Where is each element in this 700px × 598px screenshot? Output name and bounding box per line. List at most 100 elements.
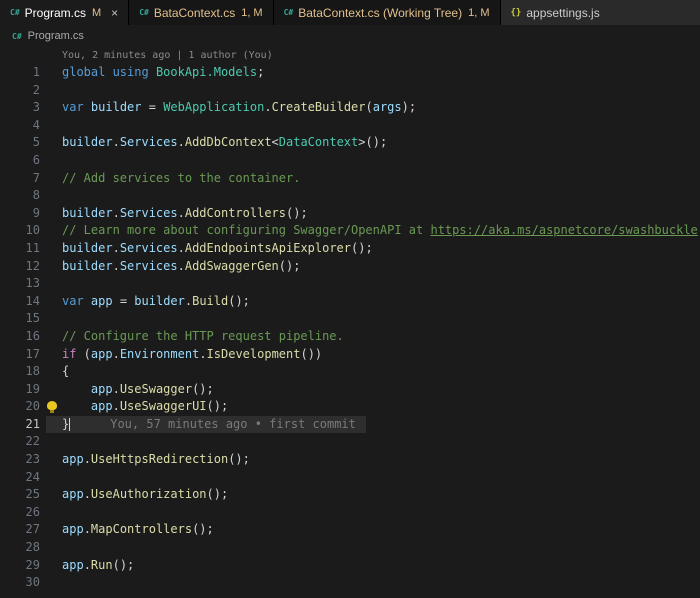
line-number[interactable]: 5: [0, 134, 40, 152]
line-number[interactable]: 27: [0, 521, 40, 539]
csharp-file-icon: C#: [10, 8, 20, 17]
code-lines: 1 global using BookApi.Models; 2 3 var build…: [0, 64, 700, 592]
code-line-20[interactable]: 20 app.UseSwaggerUI();: [0, 398, 700, 416]
code-editor[interactable]: You, 2 minutes ago | 1 author (You) 1 glo…: [0, 47, 700, 598]
line-number[interactable]: 26: [0, 504, 40, 522]
code-line-1[interactable]: 1 global using BookApi.Models;: [0, 64, 700, 82]
codelens-authors[interactable]: You, 2 minutes ago | 1 author (You): [62, 47, 700, 64]
code-line-22[interactable]: 22: [0, 433, 700, 451]
line-number[interactable]: 10: [0, 222, 40, 240]
code-token: ();: [228, 452, 250, 467]
code-line-14[interactable]: 14 var app = builder.Build();: [0, 293, 700, 311]
code-line-10[interactable]: 10 // Learn more about configuring Swagge…: [0, 222, 700, 240]
line-number[interactable]: 11: [0, 240, 40, 258]
code-line-15[interactable]: 15: [0, 310, 700, 328]
code-line-16[interactable]: 16 // Configure the HTTP request pipeline…: [0, 328, 700, 346]
code-token: AddEndpointsApiExplorer: [184, 240, 352, 255]
code-line-11[interactable]: 11 builder.Services.AddEndpointsApiExplor…: [0, 240, 700, 258]
code-line-6[interactable]: 6: [0, 152, 700, 170]
code-line-28[interactable]: 28: [0, 539, 700, 557]
line-number[interactable]: 15: [0, 310, 40, 328]
line-number[interactable]: 22: [0, 433, 40, 451]
line-number[interactable]: 17: [0, 346, 40, 364]
breadcrumb[interactable]: C# Program.cs: [0, 25, 700, 47]
glyph-margin: [40, 134, 62, 152]
code-line-18[interactable]: 18 {: [0, 363, 700, 381]
code-text: } You, 57 minutes ago • first commit: [62, 416, 356, 434]
breadcrumb-file-label: Program.cs: [27, 30, 84, 42]
code-line-12[interactable]: 12 builder.Services.AddSwaggerGen();: [0, 258, 700, 276]
line-number[interactable]: 7: [0, 170, 40, 188]
line-number[interactable]: 1: [0, 64, 40, 82]
code-token: (: [76, 346, 91, 361]
tab-bar: C# Program.cs M × C# BataContext.cs 1, M C# Bata…: [0, 0, 700, 25]
line-number[interactable]: 30: [0, 574, 40, 592]
line-number[interactable]: 2: [0, 82, 40, 100]
line-number[interactable]: 23: [0, 451, 40, 469]
code-line-7[interactable]: 7 // Add services to the container.: [0, 170, 700, 188]
code-token: app: [62, 452, 84, 467]
code-line-27[interactable]: 27 app.MapControllers();: [0, 521, 700, 539]
line-number[interactable]: 16: [0, 328, 40, 346]
code-line-8[interactable]: 8: [0, 187, 700, 205]
code-line-29[interactable]: 29 app.Run();: [0, 557, 700, 575]
code-token: ();: [206, 399, 229, 414]
line-number[interactable]: 12: [0, 258, 40, 276]
line-number[interactable]: 24: [0, 469, 40, 487]
code-line-26[interactable]: 26: [0, 504, 700, 522]
glyph-margin: [40, 258, 62, 276]
glyph-margin: [40, 275, 62, 293]
code-line-24[interactable]: 24: [0, 469, 700, 487]
code-line-9[interactable]: 9 builder.Services.AddControllers();: [0, 205, 700, 223]
glyph-margin: [40, 170, 62, 188]
tab-batacontext-cs-working-tree[interactable]: C# BataContext.cs (Working Tree) 1, M: [273, 0, 501, 25]
code-token: ();: [278, 258, 301, 273]
line-number[interactable]: 25: [0, 486, 40, 504]
tab-program-cs[interactable]: C# Program.cs M ×: [0, 0, 130, 25]
line-number[interactable]: 13: [0, 275, 40, 293]
code-line-2[interactable]: 2: [0, 82, 700, 100]
code-token: .: [177, 135, 185, 150]
code-line-4[interactable]: 4: [0, 117, 700, 135]
code-text: var app = builder.Build();: [62, 293, 250, 311]
code-token: =: [112, 293, 135, 308]
lightbulb-icon[interactable]: [47, 401, 57, 414]
code-line-17[interactable]: 17 if (app.Environment.IsDevelopment()): [0, 346, 700, 364]
code-line-25[interactable]: 25 app.UseAuthorization();: [0, 486, 700, 504]
close-icon[interactable]: ×: [111, 7, 118, 19]
code-line-3[interactable]: 3 var builder = WebApplication.CreateBuil…: [0, 99, 700, 117]
code-line-23[interactable]: 23 app.UseHttpsRedirection();: [0, 451, 700, 469]
code-text: // Add services to the container.: [62, 170, 300, 188]
tab-batacontext-cs[interactable]: C# BataContext.cs 1, M: [129, 0, 274, 25]
code-token: .: [112, 135, 120, 150]
comment-link[interactable]: https://aka.ms/aspnetcore/swashbuckle: [430, 223, 697, 237]
line-number[interactable]: 18: [0, 363, 40, 381]
code-token: .: [83, 487, 91, 502]
line-number[interactable]: 14: [0, 293, 40, 311]
code-token: DataContext: [278, 135, 359, 150]
code-token: ();: [112, 557, 135, 572]
line-number[interactable]: 3: [0, 99, 40, 117]
code-text: app.UseSwagger();: [62, 381, 214, 399]
line-number[interactable]: 21: [0, 416, 40, 434]
code-token: Services: [119, 205, 178, 220]
code-line-5[interactable]: 5 builder.Services.AddDbContext<DataConte…: [0, 134, 700, 152]
code-line-19[interactable]: 19 app.UseSwagger();: [0, 381, 700, 399]
code-line-13[interactable]: 13: [0, 275, 700, 293]
tab-appsettings-js[interactable]: {} appsettings.js: [500, 0, 700, 25]
code-text: var builder = WebApplication.CreateBuild…: [62, 99, 416, 117]
line-number[interactable]: 9: [0, 205, 40, 223]
code-line-30[interactable]: 30: [0, 574, 700, 592]
line-number[interactable]: 28: [0, 539, 40, 557]
line-number[interactable]: 4: [0, 117, 40, 135]
code-line-21[interactable]: 21 } You, 57 minutes ago • first commit: [0, 415, 700, 434]
code-text: app.MapControllers();: [62, 521, 214, 539]
line-number[interactable]: 19: [0, 381, 40, 399]
line-number[interactable]: 29: [0, 557, 40, 575]
line-number[interactable]: 8: [0, 187, 40, 205]
line-number[interactable]: 6: [0, 152, 40, 170]
line-number[interactable]: 20: [0, 398, 40, 416]
